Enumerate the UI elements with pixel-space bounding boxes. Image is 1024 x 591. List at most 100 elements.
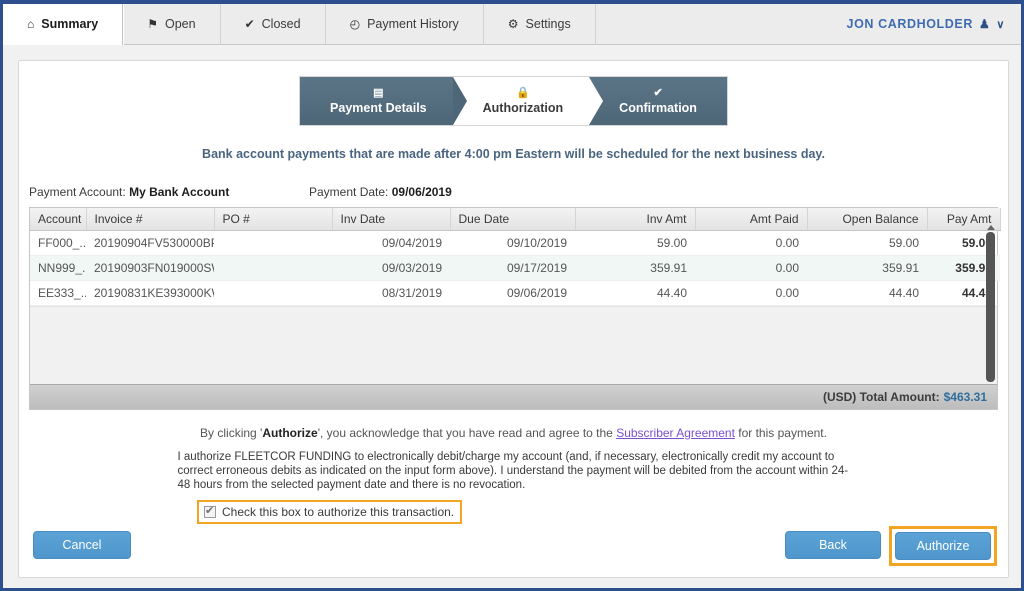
cell-account: FF000_... — [30, 230, 86, 256]
step-label: Authorization — [482, 101, 564, 115]
cell-invoice: 20190903FN019000SW3 — [86, 255, 214, 281]
cell-open-balance: 44.40 — [807, 280, 927, 306]
check-icon: ✔ — [653, 87, 663, 99]
app-window: ⌂ Summary ⚑ Open ✔ Closed ◴ Payment Hist… — [0, 0, 1024, 591]
user-icon: ♟ — [978, 17, 991, 31]
tab-label: Settings — [525, 17, 571, 31]
step-label: Confirmation — [619, 101, 697, 115]
invoice-table: Account Invoice # PO # Inv Date Due Date… — [30, 208, 1001, 306]
document-icon: ▤ — [373, 87, 384, 99]
cell-due-date: 09/17/2019 — [450, 255, 575, 281]
cell-open-balance: 359.91 — [807, 255, 927, 281]
nav-tabs: ⌂ Summary ⚑ Open ✔ Closed ◴ Payment Hist… — [3, 4, 596, 45]
cell-invoice: 20190831KE393000KW3 — [86, 280, 214, 306]
cutoff-notice: Bank account payments that are made afte… — [202, 147, 825, 161]
invoice-table-container: Account Invoice # PO # Inv Date Due Date… — [29, 207, 1001, 410]
payment-date-label: Payment Date: — [309, 185, 389, 199]
payment-account-value: My Bank Account — [129, 185, 230, 199]
authorize-button[interactable]: Authorize — [895, 532, 991, 560]
total-label: (USD) Total Amount: — [822, 390, 940, 404]
col-invoice[interactable]: Invoice # — [86, 208, 215, 231]
payment-account-label: Payment Account: — [29, 185, 126, 199]
gear-icon: ⚙ — [507, 17, 519, 31]
flag-icon: ⚑ — [147, 17, 158, 31]
home-icon: ⌂ — [27, 17, 35, 31]
authorize-checkbox-row[interactable]: Check this box to authorize this transac… — [197, 500, 463, 524]
payment-date-value: 09/06/2019 — [391, 185, 452, 199]
authorize-button-highlight: Authorize — [889, 526, 997, 566]
col-open-balance[interactable]: Open Balance — [807, 208, 928, 231]
back-button[interactable]: Back — [785, 531, 881, 559]
col-account[interactable]: Account — [30, 208, 87, 231]
cell-inv-amt: 44.40 — [575, 280, 695, 306]
authorization-disclosure: I authorize FLEETCOR FUNDING to electron… — [177, 451, 849, 491]
table-header-row: Account Invoice # PO # Inv Date Due Date… — [30, 208, 1001, 231]
cell-amt-paid: 0.00 — [695, 230, 807, 256]
step-arrow — [452, 77, 467, 125]
scroll-up-icon[interactable] — [987, 225, 995, 230]
wizard-stepper: ▤ Payment Details 🔒 Authorization ✔ Conf… — [19, 77, 1008, 125]
table-row[interactable]: NN999_... 20190903FN019000SW3 09/03/2019… — [30, 255, 1000, 281]
cell-po — [214, 230, 332, 256]
step-confirmation[interactable]: ✔ Confirmation — [589, 77, 727, 125]
agreement-suffix: for this payment. — [734, 426, 827, 440]
agreement-prefix: By clicking ' — [200, 426, 263, 440]
col-amt-paid[interactable]: Amt Paid — [695, 208, 808, 231]
col-inv-amt[interactable]: Inv Amt — [575, 208, 696, 231]
cell-po — [214, 280, 332, 306]
cancel-button[interactable]: Cancel — [33, 531, 131, 559]
cell-inv-date: 09/03/2019 — [332, 255, 450, 281]
cell-account: NN999_... — [30, 255, 86, 281]
tab-label: Closed — [261, 17, 301, 31]
col-inv-date[interactable]: Inv Date — [332, 208, 451, 231]
user-menu[interactable]: JON CARDHOLDER ♟ ∨ — [831, 4, 1021, 44]
cell-amt-paid: 0.00 — [695, 255, 807, 281]
tab-settings[interactable]: ⚙ Settings — [484, 4, 596, 44]
col-po[interactable]: PO # — [214, 208, 333, 231]
tab-open[interactable]: ⚑ Open — [123, 4, 221, 44]
cell-due-date: 09/06/2019 — [450, 280, 575, 306]
tab-payment-history[interactable]: ◴ Payment History — [326, 4, 484, 44]
authorize-checkbox-label: Check this box to authorize this transac… — [222, 505, 455, 519]
step-arrow — [589, 77, 604, 125]
payment-card: ▤ Payment Details 🔒 Authorization ✔ Conf… — [18, 60, 1009, 578]
cell-due-date: 09/10/2019 — [450, 230, 575, 256]
clock-icon: ◴ — [349, 17, 361, 31]
table-empty-area — [30, 306, 997, 384]
tab-label: Open — [165, 17, 196, 31]
invoice-table-head: Account Invoice # PO # Inv Date Due Date… — [30, 208, 1001, 231]
table-total-footer: (USD) Total Amount: $463.31 — [30, 384, 997, 409]
payment-meta: Payment Account: My Bank Account Payment… — [29, 185, 1008, 199]
payment-account: Payment Account: My Bank Account — [29, 185, 309, 199]
cell-inv-date: 08/31/2019 — [332, 280, 450, 306]
step-authorization[interactable]: 🔒 Authorization — [452, 77, 604, 125]
check-icon: ✔ — [244, 17, 255, 31]
table-row[interactable]: EE333_... 20190831KE393000KW3 08/31/2019… — [30, 280, 1000, 306]
table-row[interactable]: FF000_... 20190904FV530000BP3 09/04/2019… — [30, 230, 1000, 256]
total-amount: $463.31 — [943, 390, 987, 404]
user-menu-label: JON CARDHOLDER — [846, 17, 973, 31]
cell-inv-amt: 359.91 — [575, 255, 695, 281]
form-actions: Cancel Back Authorize — [19, 526, 1008, 566]
cell-open-balance: 59.00 — [807, 230, 927, 256]
step-payment-details[interactable]: ▤ Payment Details — [300, 77, 467, 125]
invoice-table-body: FF000_... 20190904FV530000BP3 09/04/2019… — [30, 230, 1000, 306]
tab-summary[interactable]: ⌂ Summary — [3, 4, 124, 45]
lock-icon: 🔒 — [516, 87, 530, 99]
authorize-checkbox[interactable] — [204, 504, 216, 518]
agreement-line: By clicking 'Authorize', you acknowledge… — [19, 426, 1008, 440]
top-navbar: ⌂ Summary ⚑ Open ✔ Closed ◴ Payment Hist… — [3, 4, 1021, 45]
cell-inv-date: 09/04/2019 — [332, 230, 450, 256]
tab-label: Summary — [41, 17, 99, 31]
navbar-spacer — [596, 4, 831, 44]
chevron-down-icon: ∨ — [996, 18, 1005, 31]
payment-date: Payment Date: 09/06/2019 — [309, 185, 452, 199]
tab-closed[interactable]: ✔ Closed — [221, 4, 326, 44]
subscriber-agreement-link[interactable]: Subscriber Agreement — [616, 426, 735, 440]
tab-label: Payment History — [367, 17, 459, 31]
table-scrollbar[interactable] — [986, 232, 995, 382]
cell-invoice: 20190904FV530000BP3 — [86, 230, 214, 256]
col-due-date[interactable]: Due Date — [450, 208, 576, 231]
cell-account: EE333_... — [30, 280, 86, 306]
cell-amt-paid: 0.00 — [695, 280, 807, 306]
